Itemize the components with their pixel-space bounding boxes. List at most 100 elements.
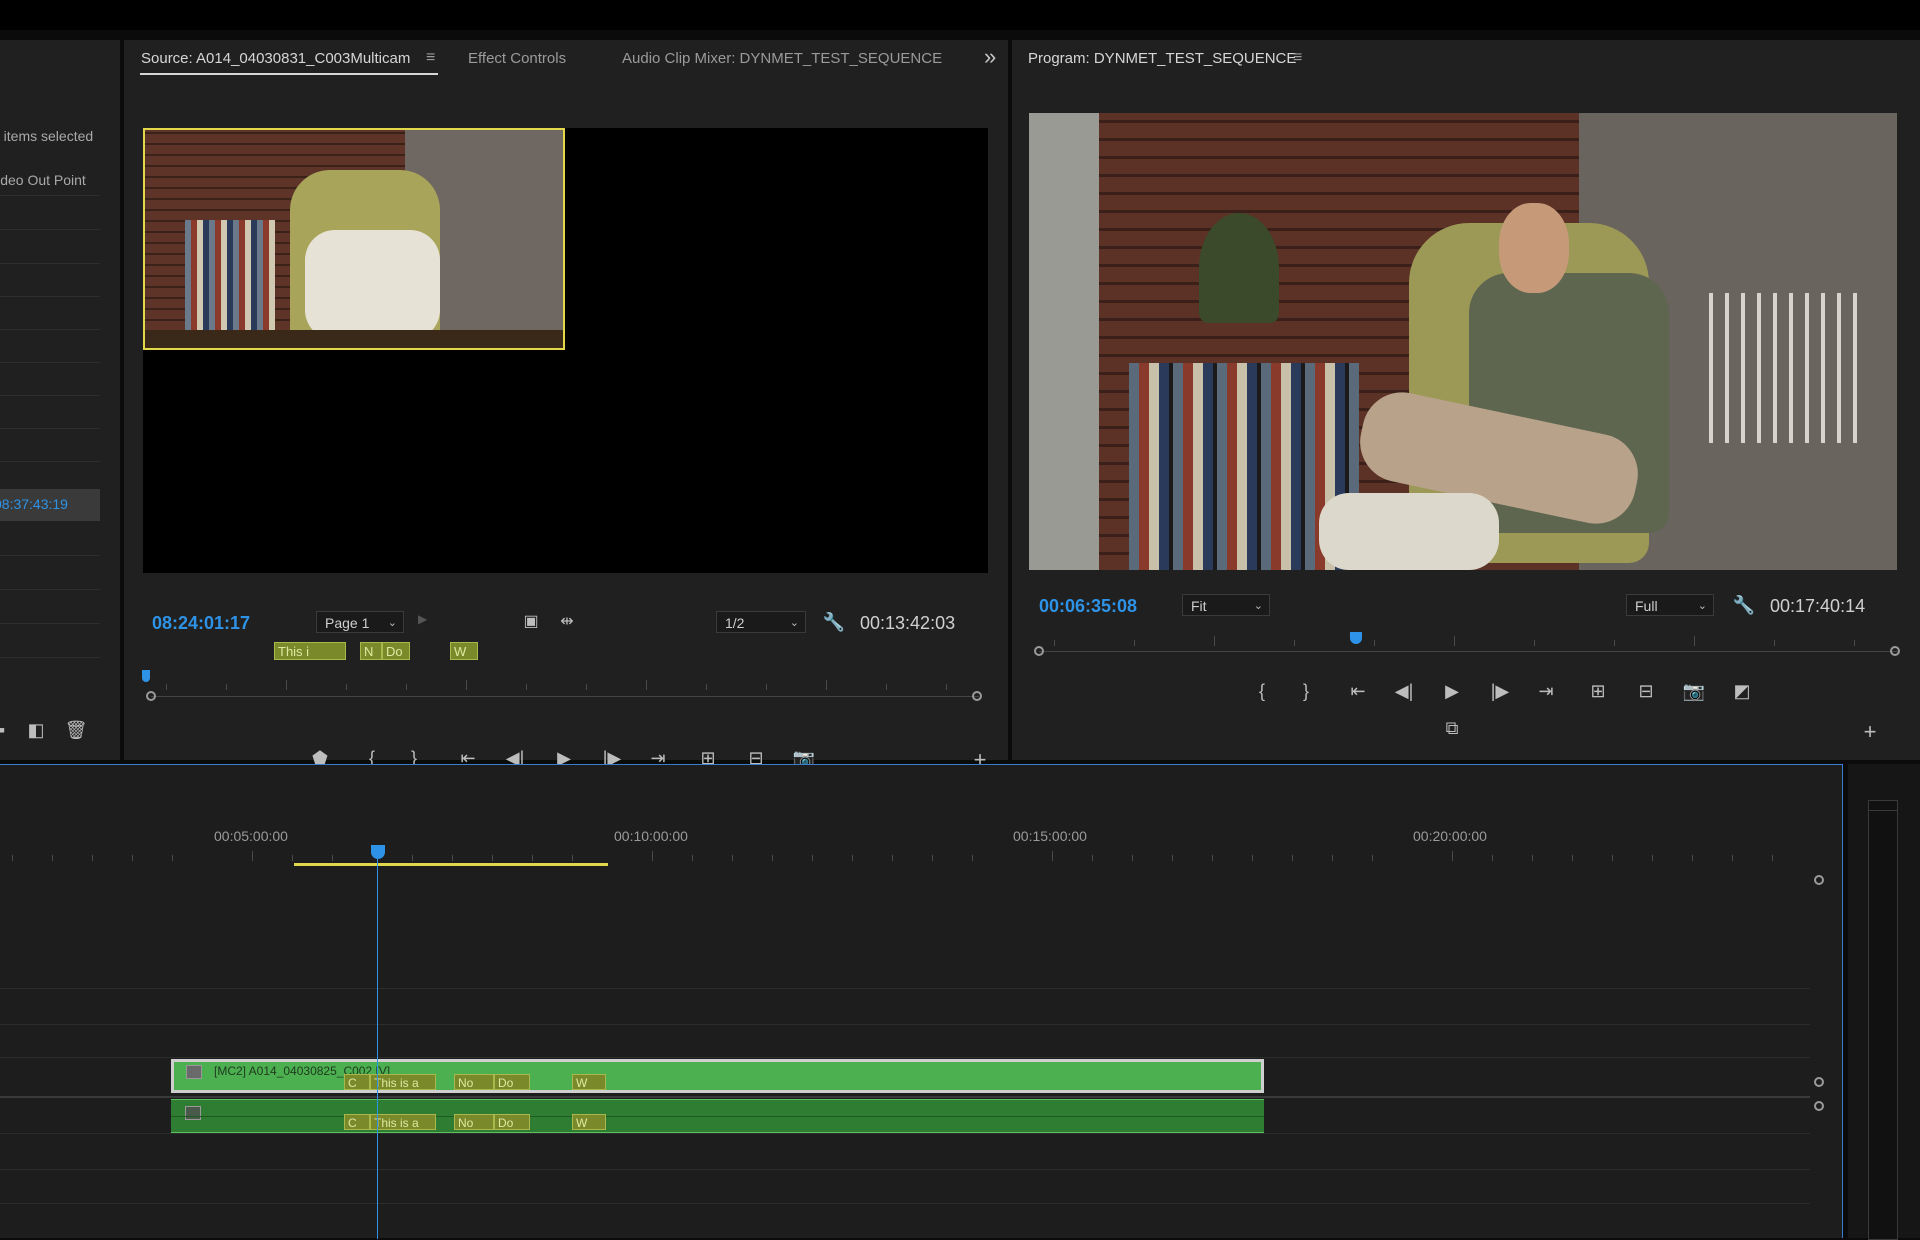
window-light (1029, 113, 1099, 570)
new-bin-icon[interactable]: ◧ (22, 716, 50, 744)
program-go-to-in-icon[interactable]: ⇤ (1344, 677, 1372, 705)
audio-clip[interactable] (171, 1099, 1264, 1133)
panel-overflow-icon[interactable]: » (984, 44, 996, 70)
source-marker-1[interactable]: This i (274, 642, 346, 660)
ruler-label-15min: 00:15:00:00 (1013, 828, 1087, 844)
program-zoom-handle-left[interactable] (1034, 646, 1044, 656)
items-selected-text: 0 items selected (0, 128, 94, 144)
new-item-icon[interactable]: ▪ (0, 716, 16, 744)
list-rows: 08:37:43:19 (0, 195, 100, 695)
floor (145, 330, 563, 348)
program-current-timecode[interactable]: 00:06:35:08 (1039, 596, 1137, 617)
program-zoom-select[interactable]: Fit ⌄ (1182, 594, 1270, 616)
audio-marker-3[interactable]: No (454, 1114, 494, 1130)
program-zoom-handle-right[interactable] (1890, 646, 1900, 656)
clip-marker-5[interactable]: W (572, 1074, 606, 1090)
program-menu-icon[interactable]: ≡ (1293, 49, 1302, 67)
chevron-down-icon: ⌄ (1697, 600, 1707, 612)
source-current-timecode[interactable]: 08:24:01:17 (152, 613, 250, 634)
selected-row[interactable]: 08:37:43:19 (0, 489, 100, 521)
tab-source[interactable]: Source: A014_04030831_C003Multicam (141, 50, 410, 67)
lift-icon[interactable]: ⊞ (1584, 677, 1612, 705)
multicam-angle-thumbnail[interactable] (143, 128, 565, 350)
timeline-playhead-line (377, 855, 378, 1239)
audio-marker-5[interactable]: W (572, 1114, 606, 1130)
sheepskin (305, 230, 440, 340)
page-select-value: Page 1 (325, 615, 370, 631)
extract-icon[interactable]: ⊟ (1632, 677, 1660, 705)
source-zoom-handle-right[interactable] (972, 691, 982, 701)
project-panel: 0 items selected Video Out Point 08:37:4… (0, 40, 120, 760)
source-scroll-track[interactable] (151, 696, 979, 697)
program-settings-wrench-icon[interactable]: 🔧 (1730, 591, 1758, 619)
program-step-forward-icon[interactable]: |▶ (1486, 677, 1514, 705)
audio-waveform-line (171, 1116, 1264, 1117)
audio-meter-panel (1848, 764, 1920, 1240)
chevron-down-icon: ⌄ (1253, 600, 1263, 612)
source-resolution-value: 1/2 (725, 615, 745, 631)
program-step-back-icon[interactable]: ◀| (1390, 677, 1418, 705)
ruler-label-20min: 00:20:00:00 (1413, 828, 1487, 844)
chevron-down-icon: ⌄ (789, 617, 799, 629)
program-mark-in-icon[interactable]: { (1248, 677, 1276, 705)
work-area-bar[interactable] (294, 863, 608, 866)
program-resolution-select[interactable]: Full ⌄ (1626, 594, 1714, 616)
program-video-area (1029, 113, 1897, 570)
audio-marker-4[interactable]: Do (494, 1114, 530, 1130)
sheepskin (1319, 493, 1499, 570)
source-monitor-panel: Source: A014_04030831_C003Multicam ≡ Eff… (124, 40, 1008, 772)
drag-video-icon[interactable]: ⇹ (553, 608, 581, 636)
tab-source-underline (140, 73, 438, 75)
page-next-icon[interactable]: ▶ (418, 612, 427, 626)
source-marker-4[interactable]: W (450, 642, 478, 660)
source-duration-timecode: 00:13:42:03 (860, 613, 956, 633)
selected-row-timecode: 08:37:43:19 (0, 496, 68, 512)
tab-audio-clip-mixer[interactable]: Audio Clip Mixer: DYNMET_TEST_SEQUENCE (622, 50, 942, 67)
audio-marker-1[interactable]: C (344, 1114, 370, 1130)
clip-marker-3[interactable]: No (454, 1074, 494, 1090)
source-resolution-select[interactable]: 1/2 ⌄ (716, 611, 806, 633)
program-mini-ruler[interactable] (1034, 632, 1904, 662)
person-head (1499, 203, 1569, 293)
page-select[interactable]: Page 1 ⌄ (316, 611, 404, 633)
bookshelf (185, 220, 275, 330)
out-point-label: Video Out Point (0, 172, 86, 188)
source-zoom-handle-left[interactable] (146, 691, 156, 701)
audio-meter-header (1868, 800, 1898, 811)
multicam-toggle-icon[interactable]: ⧉ (1438, 714, 1466, 742)
program-play-icon[interactable]: ▶ (1438, 677, 1466, 705)
source-menu-icon[interactable]: ≡ (426, 49, 435, 67)
program-go-to-out-icon[interactable]: ⇥ (1532, 677, 1560, 705)
audio-fx-badge-icon (185, 1106, 201, 1120)
track-divider-handle-1[interactable] (1814, 1077, 1824, 1087)
source-mini-ruler[interactable] (142, 670, 984, 701)
video-clip[interactable]: [MC2] A014_04030825_C002 [V] (171, 1059, 1264, 1093)
clip-marker-1[interactable]: C (344, 1074, 370, 1090)
program-mark-out-icon[interactable]: } (1292, 677, 1320, 705)
chevron-down-icon: ⌄ (387, 617, 397, 629)
toggle-proxy-icon[interactable]: ▣ (517, 608, 545, 636)
source-settings-wrench-icon[interactable]: 🔧 (820, 608, 848, 636)
source-marker-2[interactable]: N (360, 642, 382, 660)
timeline-panel: 00:05:00:00 00:10:00:00 00:15:00:00 00:2… (0, 764, 1843, 1239)
program-title[interactable]: Program: DYNMET_TEST_SEQUENCE (1028, 50, 1296, 67)
program-export-frame-icon[interactable]: 📷 (1680, 677, 1708, 705)
clip-marker-2[interactable]: This is a (370, 1074, 436, 1090)
plant (1199, 213, 1279, 323)
timeline-ruler[interactable] (0, 849, 1810, 869)
program-add-button-icon[interactable]: + (1856, 718, 1884, 746)
source-playhead-icon[interactable] (142, 670, 150, 682)
track-divider-handle-2[interactable] (1814, 1101, 1824, 1111)
audio-marker-2[interactable]: This is a (370, 1114, 436, 1130)
program-monitor-panel: Program: DYNMET_TEST_SEQUENCE ≡ 00:06:35… (1012, 40, 1920, 760)
timeline-playhead-icon[interactable] (371, 845, 385, 859)
program-scroll-track[interactable] (1039, 651, 1899, 652)
fx-badge-icon (186, 1065, 202, 1079)
source-marker-3[interactable]: Do (382, 642, 410, 660)
comparison-view-icon[interactable]: ◩ (1728, 677, 1756, 705)
trash-icon[interactable]: 🗑 (62, 716, 90, 744)
clip-marker-4[interactable]: Do (494, 1074, 530, 1090)
program-playhead-icon[interactable] (1350, 632, 1362, 644)
track-scroll-handle-top[interactable] (1814, 875, 1824, 885)
tab-effect-controls[interactable]: Effect Controls (468, 50, 566, 67)
